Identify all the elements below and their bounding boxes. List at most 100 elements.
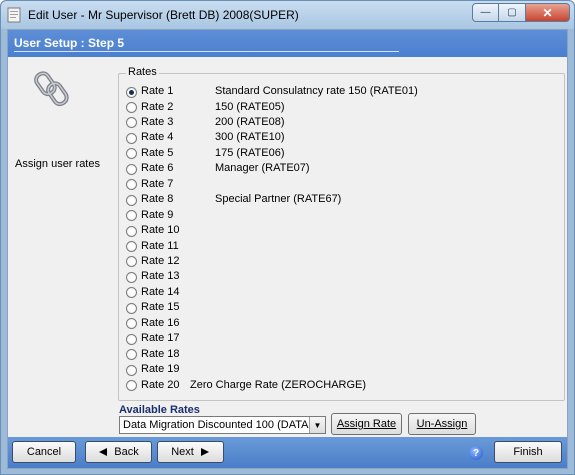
header-divider xyxy=(14,51,399,52)
rate-radio[interactable] xyxy=(126,132,137,144)
rate-option[interactable]: Rate 10 xyxy=(126,224,180,238)
footer-bar: Cancel Back Next ? Finish xyxy=(8,437,567,468)
close-button[interactable]: ✕ xyxy=(526,3,570,22)
rate-radio[interactable] xyxy=(126,86,137,98)
help-icon[interactable]: ? xyxy=(469,446,483,460)
title-bar[interactable]: Edit User - Mr Supervisor (Brett DB) 200… xyxy=(1,1,574,29)
rate-label: Rate 15 xyxy=(141,301,180,314)
dropdown-arrow-icon[interactable]: ▼ xyxy=(309,417,325,433)
edit-user-window: Edit User - Mr Supervisor (Brett DB) 200… xyxy=(0,0,575,475)
rate-radio[interactable] xyxy=(126,117,137,129)
rate-label: Rate 18 xyxy=(141,347,180,360)
rate-label: Rate 1 xyxy=(141,85,174,97)
cancel-button[interactable]: Cancel xyxy=(12,441,76,463)
unassign-label: Un-Assign xyxy=(416,418,468,430)
available-rates-label: Available Rates xyxy=(119,404,200,416)
rate-option[interactable]: Rate 11 xyxy=(126,240,179,254)
close-icon: ✕ xyxy=(542,5,553,20)
rate-description: Special Partner (RATE67) xyxy=(215,193,342,206)
rate-option[interactable]: Rate 16 xyxy=(126,317,180,331)
assign-rate-label: Assign Rate xyxy=(336,418,397,430)
rate-label: Rate 6 xyxy=(141,162,174,175)
assign-rate-button[interactable]: Assign Rate xyxy=(331,413,402,435)
rate-option[interactable]: Rate 20 Zero Charge Rate (ZEROCHARGE) xyxy=(126,379,366,393)
rate-option[interactable]: Rate 4 300 (RATE10) xyxy=(126,131,285,145)
rate-radio[interactable] xyxy=(126,241,137,252)
step-header: User Setup : Step 5 xyxy=(8,30,567,57)
rate-radio[interactable] xyxy=(126,163,137,175)
rate-radio[interactable] xyxy=(126,225,137,237)
rate-radio[interactable] xyxy=(126,287,137,299)
cancel-label: Cancel xyxy=(26,446,62,458)
rate-option[interactable]: Rate 15 xyxy=(126,301,180,315)
rate-radio[interactable] xyxy=(126,333,137,345)
app-document-icon xyxy=(7,7,21,23)
chain-links-icon xyxy=(34,71,69,107)
rate-label: Rate 17 xyxy=(141,332,180,345)
back-label: Back xyxy=(114,446,139,458)
dialog-client-area: User Setup : Step 5 Assign user rates Ra… xyxy=(7,29,568,469)
left-panel-caption: Assign user rates xyxy=(15,158,100,170)
rate-radio[interactable] xyxy=(126,349,137,361)
maximize-button[interactable]: ▢ xyxy=(499,3,526,22)
rates-legend: Rates xyxy=(126,66,159,78)
available-rates-dropdown[interactable]: Data Migration Discounted 100 (DATADISC)… xyxy=(119,416,326,434)
rate-radio[interactable] xyxy=(126,102,137,113)
unassign-button[interactable]: Un-Assign xyxy=(408,413,476,435)
rate-option[interactable]: Rate 3 200 (RATE08) xyxy=(126,116,285,130)
rate-label: Rate 5 xyxy=(141,146,174,159)
next-button[interactable]: Next xyxy=(157,441,224,463)
rate-label: Rate 7 xyxy=(141,177,174,190)
rate-radio[interactable] xyxy=(126,318,137,330)
rate-label: Rate 14 xyxy=(141,285,180,298)
rate-label: Rate 12 xyxy=(141,254,180,267)
window-controls: — ▢ ✕ xyxy=(472,3,570,22)
rate-radio[interactable] xyxy=(126,210,137,222)
rate-option[interactable]: Rate 18 xyxy=(126,348,180,362)
step-title: User Setup : Step 5 xyxy=(14,36,125,50)
rate-option[interactable]: Rate 13 xyxy=(126,270,180,284)
rate-radio[interactable] xyxy=(126,302,137,314)
rate-label: Rate 20 xyxy=(141,378,180,391)
rate-description: 175 (RATE06) xyxy=(215,146,285,159)
arrow-right-icon xyxy=(200,448,209,456)
rate-description: 300 (RATE10) xyxy=(215,131,285,144)
rate-label: Rate 11 xyxy=(141,239,179,252)
rate-option[interactable]: Rate 9 xyxy=(126,209,173,223)
rate-radio[interactable] xyxy=(126,380,137,392)
rate-description: 150 (RATE05) xyxy=(215,100,285,113)
rate-option[interactable]: Rate 6 Manager (RATE07) xyxy=(126,162,310,176)
rate-radio[interactable] xyxy=(126,148,137,160)
rate-description: Zero Charge Rate (ZEROCHARGE) xyxy=(190,378,367,391)
rate-option[interactable]: Rate 14 xyxy=(126,286,180,300)
rate-label: Rate 19 xyxy=(141,363,180,376)
rate-radio[interactable] xyxy=(126,256,137,268)
rate-option[interactable]: Rate 12 xyxy=(126,255,180,269)
rate-label: Rate 10 xyxy=(141,224,180,236)
rate-radio[interactable] xyxy=(126,271,137,283)
rate-description: 200 (RATE08) xyxy=(215,115,285,128)
rate-description: Standard Consulatncy rate 150 (RATE01) xyxy=(215,85,418,97)
rate-option[interactable]: Rate 5 175 (RATE06) xyxy=(126,147,285,161)
arrow-left-icon xyxy=(99,448,108,456)
rate-option[interactable]: Rate 2 150 (RATE05) xyxy=(126,101,285,115)
next-label: Next xyxy=(171,446,194,458)
rate-label: Rate 13 xyxy=(141,270,180,283)
rate-option[interactable]: Rate 1 Standard Consulatncy rate 150 (RAT… xyxy=(126,85,418,99)
rate-option[interactable]: Rate 17 xyxy=(126,332,180,346)
rate-label: Rate 9 xyxy=(141,208,174,221)
rate-option[interactable]: Rate 19 xyxy=(126,363,180,377)
rates-groupbox xyxy=(118,73,565,401)
rate-option[interactable]: Rate 7 xyxy=(126,178,173,192)
rate-label: Rate 4 xyxy=(141,131,174,144)
minimize-icon: — xyxy=(480,7,491,18)
finish-button[interactable]: Finish xyxy=(494,441,562,463)
rate-radio[interactable] xyxy=(126,179,137,191)
rate-radio[interactable] xyxy=(126,364,137,376)
rate-label: Rate 2 xyxy=(141,100,174,113)
minimize-button[interactable]: — xyxy=(472,3,499,22)
rate-radio[interactable] xyxy=(126,194,137,206)
back-button[interactable]: Back xyxy=(85,441,152,463)
rate-label: Rate 3 xyxy=(141,115,174,128)
rate-option[interactable]: Rate 8 Special Partner (RATE67) xyxy=(126,193,341,207)
